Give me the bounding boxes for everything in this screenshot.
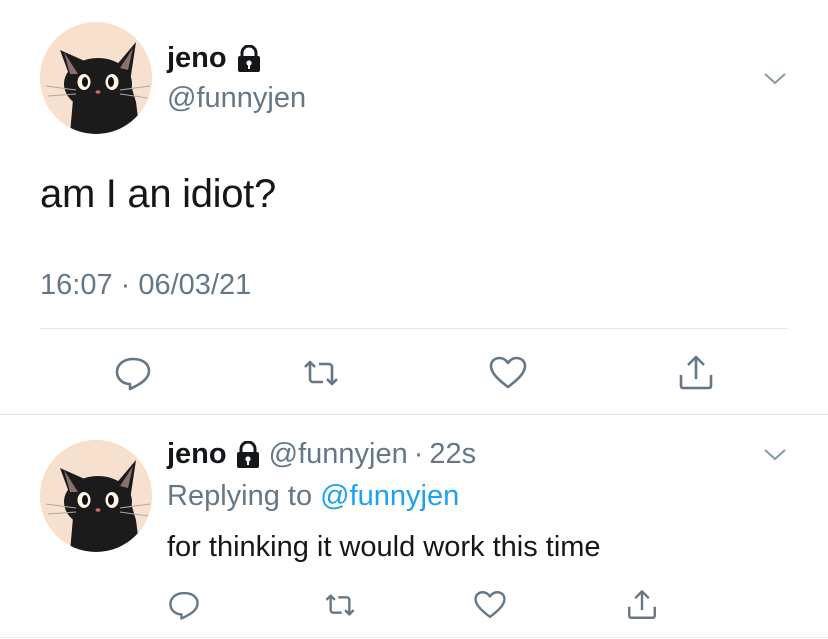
chevron-down-icon[interactable] (762, 70, 788, 88)
heart-icon (474, 591, 506, 619)
avatar[interactable] (40, 22, 152, 134)
retweet-button[interactable] (318, 583, 362, 627)
share-icon (679, 355, 713, 390)
reply-button[interactable] (111, 351, 155, 395)
author-handle[interactable]: @funnyjen (269, 438, 408, 471)
tweet-thread: jeno @funnyjen am I an idiot? 16:07 · 06… (0, 0, 828, 639)
author-name[interactable]: jeno (167, 42, 227, 75)
retweet-icon (325, 594, 355, 616)
share-button[interactable] (674, 351, 718, 395)
replying-to: Replying to @funnyjen (167, 480, 459, 513)
replying-to-handle-link[interactable]: @funnyjen (320, 480, 459, 512)
author-handle[interactable]: @funnyjen (167, 82, 306, 115)
tweet-text: am I an idiot? (40, 172, 276, 216)
tweet-timestamp[interactable]: 16:07 · 06/03/21 (40, 269, 251, 302)
divider (0, 414, 828, 415)
separator: · (413, 438, 424, 470)
share-button[interactable] (620, 583, 664, 627)
chevron-down-icon[interactable] (762, 446, 788, 464)
share-icon (628, 590, 656, 619)
lock-icon (237, 44, 260, 72)
reply-text: for thinking it would work this time (167, 531, 601, 563)
reply-icon (169, 591, 199, 620)
reply-timestamp[interactable]: 22s (429, 438, 476, 471)
author-name-row[interactable]: jeno (167, 42, 262, 75)
author-name[interactable]: jeno (167, 438, 227, 471)
heart-icon (489, 356, 527, 389)
reply-button[interactable] (162, 583, 206, 627)
like-button[interactable] (486, 351, 530, 395)
reply-header: jeno @funnyjen · 22s (167, 438, 476, 471)
divider (0, 637, 828, 638)
retweet-button[interactable] (299, 351, 343, 395)
like-button[interactable] (468, 583, 512, 627)
reply-icon (115, 357, 151, 391)
black-cat-avatar-icon (40, 22, 152, 134)
divider (40, 328, 788, 329)
replying-to-label: Replying to (167, 480, 313, 512)
lock-icon (236, 440, 259, 468)
retweet-icon (304, 360, 338, 386)
avatar[interactable] (40, 440, 152, 552)
black-cat-avatar-icon (40, 440, 152, 552)
